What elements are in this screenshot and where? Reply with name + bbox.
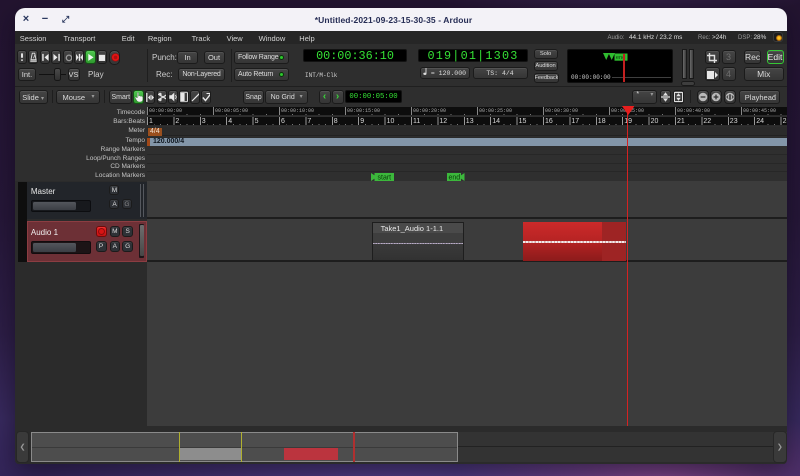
svg-text:start: start bbox=[378, 174, 392, 181]
svg-text:end: end bbox=[449, 174, 461, 181]
